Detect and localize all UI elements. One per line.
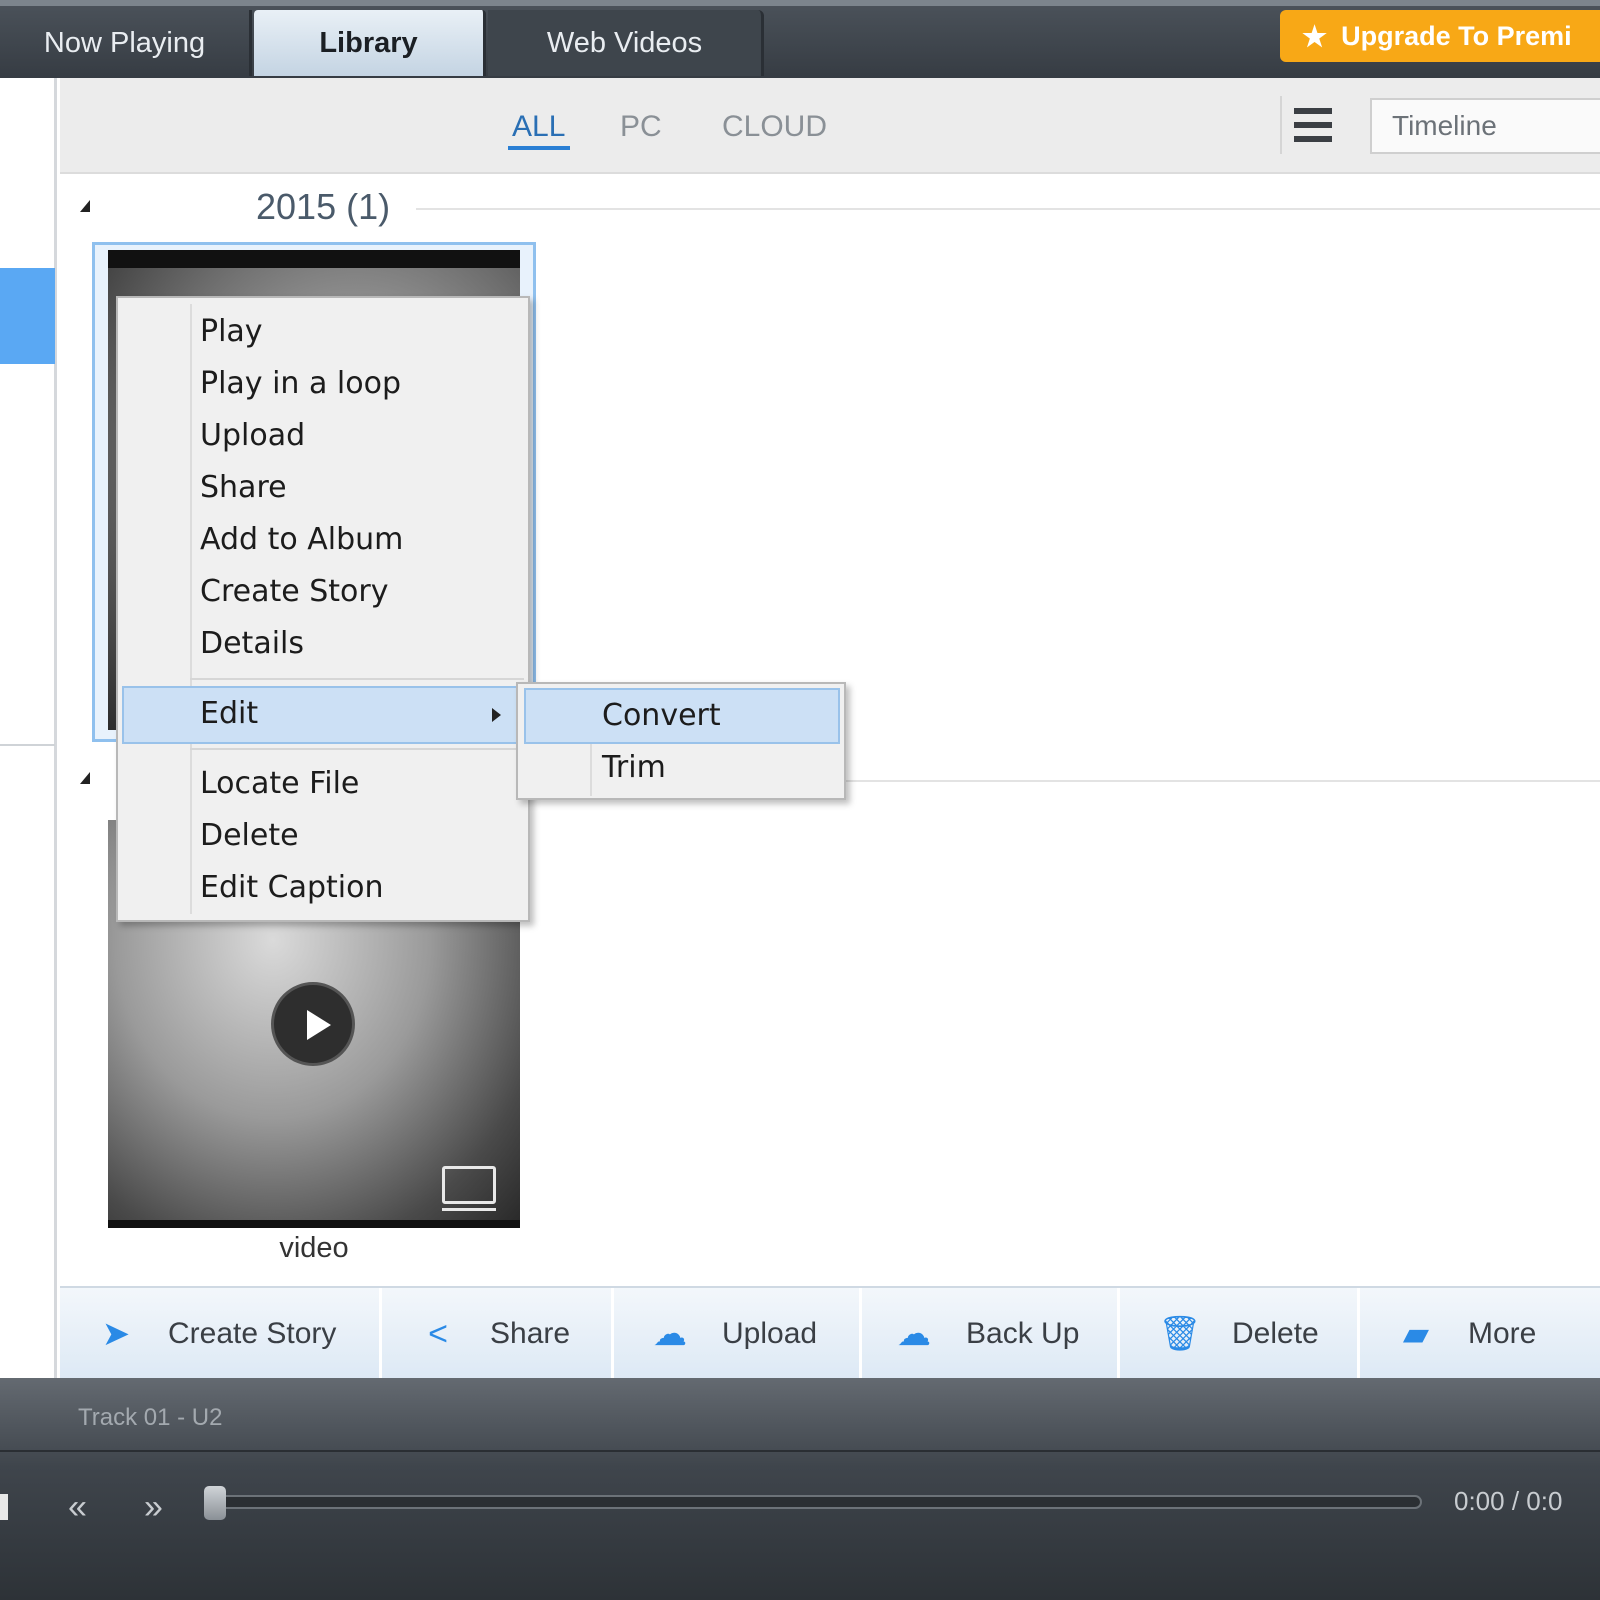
time-display: 0:00 / 0:0 <box>1454 1486 1563 1516</box>
play-pause-icon[interactable] <box>0 1494 8 1520</box>
video-type-icon <box>442 1166 496 1211</box>
folder-icon: ▰ <box>1402 1315 1430 1353</box>
tab-web-videos[interactable]: Web Videos <box>488 10 764 76</box>
menu-item-upload[interactable]: Upload <box>200 418 305 453</box>
view-select[interactable]: Timeline <box>1370 98 1600 154</box>
upgrade-button[interactable]: ★ Upgrade To Premi <box>1280 10 1600 62</box>
upgrade-label: Upgrade To Premi <box>1341 20 1572 51</box>
menu-item-add-to-album[interactable]: Add to Album <box>200 522 403 557</box>
submenu-item-trim[interactable]: Trim <box>602 750 666 785</box>
filter-bar <box>60 78 1600 174</box>
upload-label: Upload <box>722 1317 818 1350</box>
sidebar-selected-item[interactable] <box>0 268 55 364</box>
menu-item-play[interactable]: Play <box>200 314 263 349</box>
filter-cloud[interactable]: CLOUD <box>722 110 827 144</box>
share-button[interactable]: < Share <box>382 1288 614 1380</box>
play-icon[interactable] <box>271 982 355 1066</box>
more-button[interactable]: ▰ More <box>1360 1288 1600 1380</box>
rewind-icon[interactable]: « <box>68 1488 87 1527</box>
group-label: 2015 (1) <box>256 186 391 227</box>
delete-button[interactable]: 🗑 Delete <box>1120 1288 1360 1380</box>
track-title: Track 01 - U2 <box>78 1404 223 1431</box>
share-icon: < <box>428 1314 448 1353</box>
back-up-button[interactable]: ☁ Back Up <box>862 1288 1120 1380</box>
menu-item-delete[interactable]: Delete <box>200 818 299 853</box>
menu-separator <box>190 748 524 750</box>
collapse-arrow-icon[interactable] <box>80 200 90 212</box>
cloud-upload-icon: ☁ <box>653 1315 687 1353</box>
list-view-icon[interactable] <box>1280 96 1338 154</box>
menu-item-locate-file[interactable]: Locate File <box>200 766 359 801</box>
submenu-item-convert[interactable]: Convert <box>602 698 721 733</box>
filter-pc[interactable]: PC <box>620 110 662 144</box>
upload-button[interactable]: ☁ Upload <box>614 1288 862 1380</box>
more-label: More <box>1468 1317 1537 1350</box>
player-bar <box>0 1378 1600 1600</box>
menu-item-details[interactable]: Details <box>200 626 304 661</box>
fast-forward-icon[interactable]: » <box>144 1488 163 1527</box>
tab-now-playing[interactable]: Now Playing <box>0 10 252 76</box>
create-story-button[interactable]: ➤ Create Story <box>60 1288 382 1380</box>
menu-item-create-story[interactable]: Create Story <box>200 574 388 609</box>
seek-handle[interactable] <box>204 1486 226 1520</box>
tab-library[interactable]: Library <box>254 10 486 76</box>
delete-label: Delete <box>1232 1317 1319 1350</box>
create-story-icon: ➤ <box>101 1315 131 1353</box>
menu-item-share[interactable]: Share <box>200 470 287 505</box>
menu-item-edit-highlight[interactable] <box>122 686 524 744</box>
trash-icon: 🗑 <box>1158 1315 1202 1353</box>
menu-item-edit-caption[interactable]: Edit Caption <box>200 870 383 905</box>
create-story-label: Create Story <box>168 1317 337 1350</box>
context-menu: Play Play in a loop Upload Share Add to … <box>116 296 530 922</box>
menu-separator <box>190 678 524 680</box>
filter-all[interactable]: ALL <box>512 110 565 144</box>
submenu-arrow-icon <box>492 708 501 722</box>
cloud-icon: ☁ <box>897 1315 931 1353</box>
menu-gutter <box>190 304 192 914</box>
thumbnail-caption[interactable]: video <box>200 1232 428 1265</box>
seek-bar[interactable] <box>214 1495 1422 1509</box>
back-up-label: Back Up <box>966 1317 1080 1350</box>
edit-submenu: Convert Trim <box>516 682 846 800</box>
collapse-arrow-icon[interactable] <box>80 772 90 784</box>
group-divider <box>416 208 1600 210</box>
action-bar: ➤ Create Story < Share ☁ Upload ☁ Back U… <box>60 1286 1600 1380</box>
player-divider <box>0 1450 1600 1452</box>
filter-active-underline <box>508 146 570 150</box>
star-icon: ★ <box>1302 20 1328 52</box>
menu-item-play-loop[interactable]: Play in a loop <box>200 366 401 401</box>
share-label: Share <box>490 1317 571 1350</box>
sidebar-divider <box>0 744 55 746</box>
menu-item-edit[interactable]: Edit <box>200 696 258 731</box>
